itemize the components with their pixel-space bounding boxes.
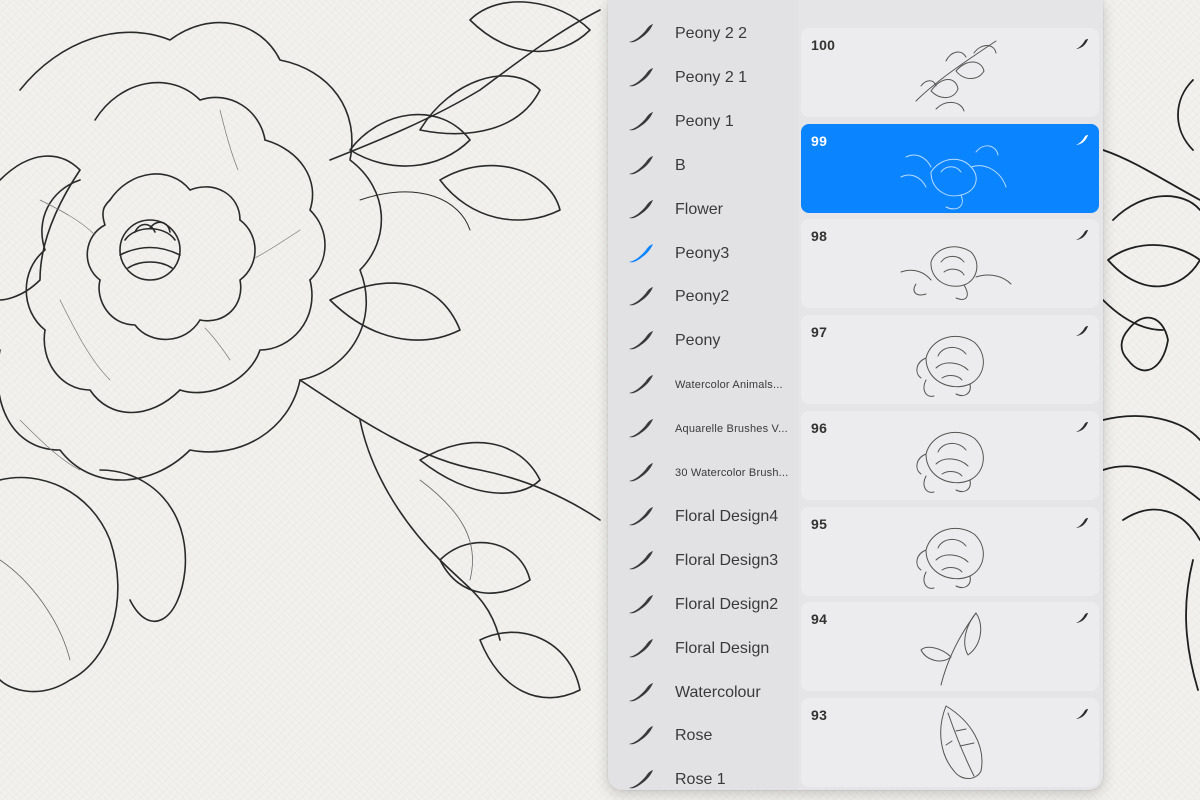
brush-name: 99	[811, 132, 828, 149]
brush-sets-list: Peony 2 2 Peony 2 1 Peony 1 B Flower Peony3 Pe…	[608, 0, 798, 790]
brush-stroke-icon	[627, 329, 655, 353]
brush-set-label: Peony2	[675, 288, 730, 306]
brush-set-item[interactable]: Peony 2 2	[608, 12, 798, 56]
peony-bouquet-icon	[886, 127, 1021, 210]
peony-bloom-icon	[886, 318, 1021, 401]
brush-name: 95	[811, 515, 828, 532]
brush-name: 93	[811, 706, 828, 723]
brush-set-label: Floral Design4	[675, 507, 779, 525]
brush-set-item[interactable]: B	[608, 144, 798, 188]
brush-stroke-icon	[627, 724, 655, 748]
peony-with-leaves-icon	[886, 222, 1021, 305]
brush-item[interactable]: 97	[801, 315, 1099, 405]
brush-set-item[interactable]: Aquarelle Brushes V...	[608, 407, 798, 451]
brush-item[interactable]: 96	[801, 410, 1099, 500]
brush-set-item[interactable]: Floral Design4	[608, 495, 798, 539]
canvas-peony-artwork	[0, 0, 610, 800]
brush-name: 94	[811, 611, 828, 628]
brush-set-item[interactable]: Floral Design2	[608, 583, 798, 627]
brush-set-item[interactable]: Rose	[608, 714, 798, 758]
brush-set-item[interactable]: Peony	[608, 319, 798, 363]
brush-set-label: Floral Design2	[675, 595, 779, 613]
brush-set-item[interactable]: Floral Design	[608, 627, 798, 671]
brush-set-label: B	[675, 156, 686, 174]
brush-set-label: Rose	[675, 727, 713, 745]
brush-stroke-icon	[627, 768, 655, 790]
brush-item[interactable]: 93	[801, 697, 1099, 787]
brush-set-label: Peony 2 2	[675, 25, 748, 42]
brush-set-item[interactable]: Flower	[608, 188, 798, 232]
brush-stroke-icon	[627, 681, 655, 705]
brush-stroke-icon	[627, 373, 655, 397]
brush-stroke-icon	[627, 22, 655, 46]
brush-set-label: Flower	[675, 200, 724, 218]
brush-set-label: Rose 1	[675, 771, 726, 789]
brush-item[interactable]: 95	[801, 506, 1099, 596]
brush-stroke-icon	[627, 110, 655, 134]
brush-stroke-icon	[627, 66, 655, 90]
brush-set-label: 30 Watercolor Brush...	[675, 467, 789, 479]
brush-name: 97	[811, 324, 828, 341]
brush-item[interactable]: 100	[801, 28, 1099, 117]
floral-spray-icon	[886, 31, 1021, 114]
brush-set-item[interactable]: Peony2	[608, 275, 798, 319]
brush-list: 100 99 98 97 96 95 94 93	[798, 0, 1103, 790]
peony-bloom-icon	[886, 510, 1021, 593]
brush-item-selected[interactable]: 99	[801, 123, 1099, 213]
brush-set-item[interactable]: Peony 1	[608, 100, 798, 144]
brush-set-item[interactable]: Floral Design3	[608, 539, 798, 583]
brush-stroke-icon	[1075, 134, 1089, 146]
brush-stroke-icon	[627, 593, 655, 617]
brush-stroke-icon	[1075, 38, 1089, 50]
brush-set-item[interactable]: Rose 1	[608, 758, 798, 790]
brush-stroke-icon	[627, 461, 655, 485]
brush-set-label: Watercolor Animals...	[675, 379, 783, 392]
brush-stroke-icon	[627, 198, 655, 222]
brush-stroke-icon	[1075, 612, 1089, 624]
brush-stroke-icon	[627, 549, 655, 573]
brush-stroke-icon	[627, 637, 655, 661]
brush-stroke-icon	[1075, 708, 1089, 720]
brush-set-label: Floral Design3	[675, 551, 779, 569]
brush-set-item[interactable]: Watercolor Animals...	[608, 363, 798, 407]
brush-set-label: Floral Design	[675, 639, 770, 657]
brush-name: 96	[811, 419, 828, 436]
brush-set-label: Watercolour	[675, 683, 761, 701]
brush-library-panel: Peony 2 2 Peony 2 1 Peony 1 B Flower Peony3 Pe…	[608, 0, 1103, 790]
canvas-artwork-right	[1103, 0, 1200, 800]
brush-set-item[interactable]: Peony3	[608, 232, 798, 276]
brush-stroke-icon	[627, 417, 655, 441]
brush-set-label: Peony 2 1	[675, 68, 748, 86]
brush-set-label: Peony3	[675, 244, 730, 262]
brush-set-item[interactable]: Watercolour	[608, 671, 798, 715]
brush-stroke-icon	[627, 285, 655, 309]
brush-stroke-icon	[627, 505, 655, 529]
brush-set-label: Aquarelle Brushes V...	[675, 423, 788, 436]
brush-stroke-icon	[1075, 421, 1089, 433]
brush-set-item[interactable]: Peony 2 1	[608, 56, 798, 100]
brush-name: 98	[811, 228, 828, 245]
single-leaf-icon	[886, 701, 1021, 784]
brush-set-item[interactable]: 30 Watercolor Brush...	[608, 451, 798, 495]
brush-name: 100	[811, 37, 836, 53]
brush-item[interactable]: 98	[801, 219, 1099, 309]
brush-set-label: Peony 1	[675, 112, 734, 130]
brush-stroke-icon	[627, 242, 655, 266]
brush-stroke-icon	[1075, 229, 1089, 241]
brush-item[interactable]: 94	[801, 602, 1099, 692]
brush-stroke-icon	[627, 154, 655, 178]
peony-bloom-icon	[886, 414, 1021, 497]
brush-stroke-icon	[1075, 325, 1089, 337]
brush-stroke-icon	[1075, 517, 1089, 529]
brush-set-label: Peony	[675, 332, 721, 350]
leaf-sprig-icon	[886, 605, 1021, 688]
